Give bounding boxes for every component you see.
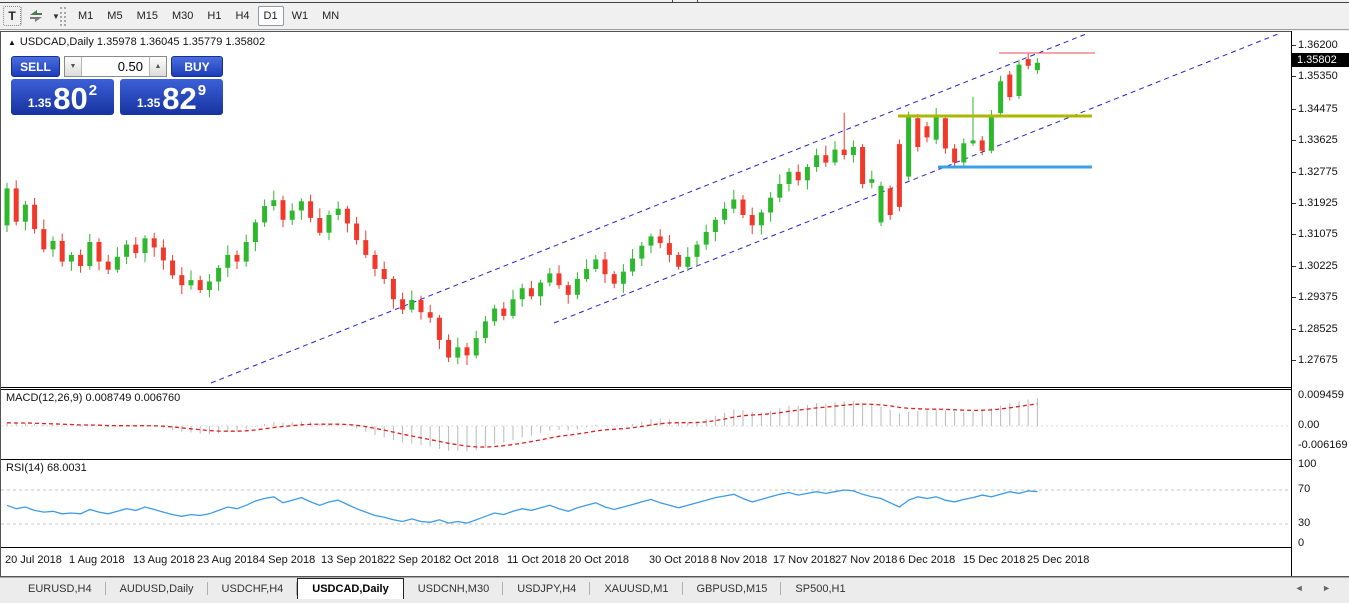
timeframe-button-m1[interactable]: M1 [72,6,99,26]
chart-tab-gbpusd-m15[interactable]: GBPUSD,M15 [683,578,782,599]
axis-tick [1292,203,1296,204]
arrange-arrows-icon[interactable] [26,6,50,26]
toolbar-separator [21,7,22,25]
toolbar: T ▼ M1M5M15M30H1H4D1W1MN [0,3,1349,30]
date-tick-label: 22 Sep 2018 [383,554,445,566]
chart-tabs: EURUSD,H4AUDUSD,DailyUSDCHF,H4USDCAD,Dai… [14,578,860,599]
panel-divider[interactable] [1,387,1292,388]
price-tick-label: 1.30225 [1298,260,1338,272]
rsi-tick-label: 0 [1298,537,1304,549]
price-tick-label: 1.34475 [1298,103,1338,115]
volume-input[interactable]: 0.50 [82,57,149,76]
timeframe-button-d1[interactable]: D1 [258,6,284,26]
price-tick-label: 1.35350 [1298,70,1338,82]
one-click-trade-widget: SELL ▼ 0.50 ▲ BUY 1.35 80 2 1.35 82 9 [11,56,223,139]
chart-tab-usdcad-daily[interactable]: USDCAD,Daily [297,578,403,599]
date-tick-label: 1 Aug 2018 [69,554,125,566]
date-tick-label: 2 Oct 2018 [445,554,499,566]
axis-tick [1292,360,1296,361]
date-tick-label: 20 Oct 2018 [569,554,629,566]
timeframe-bar: M1M5M15M30H1H4D1W1MN [72,6,345,27]
chart-tab-usdchf-h4[interactable]: USDCHF,H4 [208,578,298,599]
price-tick-label: 1.31925 [1298,197,1338,209]
axis-tick [1292,45,1296,46]
rsi-tick-label: 30 [1298,517,1310,529]
axis-tick [1292,140,1296,141]
axis-tick [1292,329,1296,330]
chart-tab-eurusd-h4[interactable]: EURUSD,H4 [14,578,106,599]
timeframe-button-m5[interactable]: M5 [101,6,128,26]
macd-label: MACD(12,26,9) 0.008749 0.006760 [6,392,180,404]
axis-tick [1292,172,1296,173]
chart-tab-usdjpy-h4[interactable]: USDJPY,H4 [503,578,590,599]
buy-price-prefix: 1.35 [137,96,160,110]
date-tick-label: 6 Dec 2018 [899,554,955,566]
buy-button[interactable]: BUY [171,56,223,77]
buy-price-pip: 9 [198,82,206,99]
date-tick-label: 20 Jul 2018 [5,554,62,566]
sell-button[interactable]: SELL [11,56,60,77]
date-tick-label: 15 Dec 2018 [963,554,1025,566]
toolbar-grip[interactable] [60,7,66,26]
axis-tick [1292,234,1296,235]
price-axis[interactable]: 1.36200 1.35350 1.34475 1.33625 1.32775 1.319… [1292,31,1349,576]
timeframe-button-m30[interactable]: M30 [166,6,199,26]
tab-scroll-arrows[interactable]: ◄ ► [1295,583,1339,593]
price-tick-label: 1.32775 [1298,166,1338,178]
buy-price-main: 82 [162,84,196,113]
axis-tick [1292,297,1296,298]
date-tick-label: 13 Sep 2018 [321,554,383,566]
axis-tick [1292,109,1296,110]
date-tick-label: 4 Sep 2018 [259,554,315,566]
arrows-glyph [27,8,45,24]
chart-tab-xauusd-m1[interactable]: XAUUSD,M1 [590,578,682,599]
price-tick-label: 1.36200 [1298,39,1338,51]
axis-tick [1292,76,1296,77]
date-tick-label: 23 Aug 2018 [197,554,259,566]
timeframe-button-h4[interactable]: H4 [229,6,255,26]
date-tick-label: 13 Aug 2018 [133,554,195,566]
macd-tick-label: 0.009459 [1298,389,1344,401]
date-tick-label: 8 Nov 2018 [711,554,767,566]
price-tick-label: 1.28525 [1298,323,1338,335]
chart-tab-bar: EURUSD,H4AUDUSD,DailyUSDCHF,H4USDCAD,Dai… [0,577,1349,603]
date-axis[interactable]: 20 Jul 2018 1 Aug 2018 13 Aug 201823 Aug 2… [1,548,1292,576]
chart-tab-usdcnh-m30[interactable]: USDCNH,M30 [404,578,504,599]
buy-price-panel[interactable]: 1.35 82 9 [120,79,223,115]
volume-decrease-button[interactable]: ▼ [65,57,82,76]
macd-tick-label: -0.006169 [1298,439,1348,451]
macd-chart-canvas[interactable] [1,390,1292,460]
timeframe-button-m15[interactable]: M15 [131,6,164,26]
axis-tick [1292,266,1296,267]
current-price-badge: 1.35802 [1292,53,1349,67]
date-tick-label: 11 Oct 2018 [507,554,566,566]
chart-tab-audusd-daily[interactable]: AUDUSD,Daily [106,578,208,599]
date-tick-label: 30 Oct 2018 [649,554,709,566]
rsi-chart-canvas[interactable] [1,460,1292,547]
rsi-tick-label: 100 [1298,458,1316,470]
timeframe-button-mn[interactable]: MN [316,6,345,26]
chart-window[interactable]: ▲USDCAD,Daily 1.35978 1.36045 1.35779 1.… [0,31,1349,577]
sell-price-main: 80 [53,84,87,113]
price-tick-label: 1.29375 [1298,291,1338,303]
rsi-label: RSI(14) 68.0031 [6,462,87,474]
date-tick-label: 27 Nov 2018 [835,554,897,566]
chart-tab-sp500-h1[interactable]: SP500,H1 [781,578,859,599]
date-tick-label: 17 Nov 2018 [773,554,835,566]
sell-price-pip: 2 [89,82,97,99]
timeframe-button-w1[interactable]: W1 [286,6,315,26]
price-tick-label: 1.27675 [1298,354,1338,366]
volume-spinner: ▼ 0.50 ▲ [64,56,167,77]
sell-price-prefix: 1.35 [28,96,51,110]
price-tick-label: 1.33625 [1298,134,1338,146]
sell-price-panel[interactable]: 1.35 80 2 [11,79,114,115]
price-tick-label: 1.31075 [1298,228,1338,240]
text-label-tool-icon[interactable]: T [3,6,21,26]
rsi-tick-label: 70 [1298,483,1310,495]
date-tick-label: 25 Dec 2018 [1027,554,1089,566]
volume-increase-button[interactable]: ▲ [149,57,166,76]
timeframe-button-h1[interactable]: H1 [201,6,227,26]
macd-tick-label: 0.00 [1298,419,1319,431]
